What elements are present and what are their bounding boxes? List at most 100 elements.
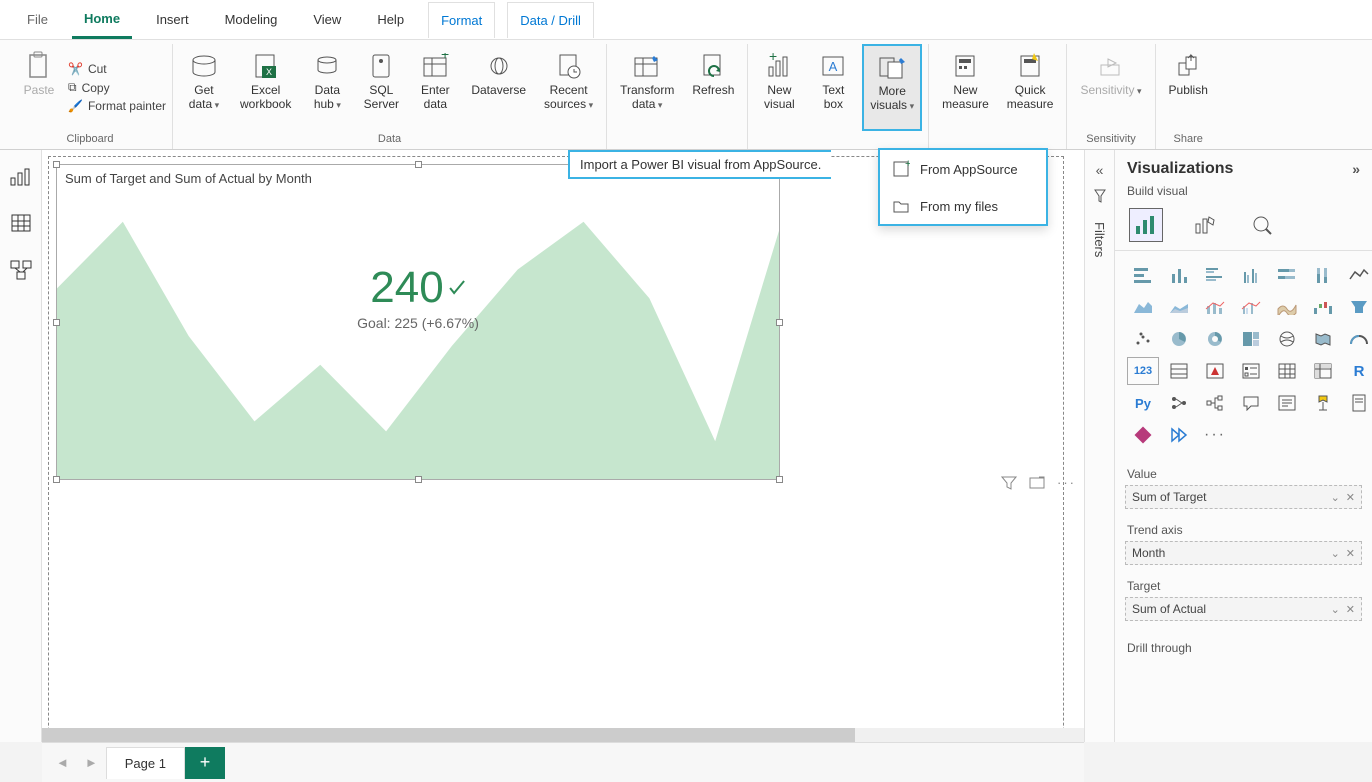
smart-narrative-icon[interactable] bbox=[1271, 389, 1303, 417]
prev-page-icon[interactable]: ◄ bbox=[48, 749, 77, 776]
stacked-area-icon[interactable] bbox=[1163, 293, 1195, 321]
analytics-tab[interactable] bbox=[1245, 208, 1279, 242]
excel-workbook-button[interactable]: XExcel workbook bbox=[233, 44, 298, 131]
field-well-trend[interactable]: Month⌄✕ bbox=[1125, 541, 1362, 565]
table-icon[interactable] bbox=[1271, 357, 1303, 385]
multirow-card-icon[interactable] bbox=[1163, 357, 1195, 385]
filter-icon[interactable] bbox=[1001, 475, 1017, 491]
tab-modeling[interactable]: Modeling bbox=[213, 2, 290, 37]
treemap-icon[interactable] bbox=[1235, 325, 1267, 353]
key-influencers-icon[interactable] bbox=[1163, 389, 1195, 417]
publish-button[interactable]: Publish bbox=[1162, 44, 1215, 131]
waterfall-icon[interactable] bbox=[1307, 293, 1339, 321]
canvas-scrollbar[interactable] bbox=[42, 728, 1084, 742]
expand-pane-icon[interactable]: » bbox=[1352, 161, 1360, 177]
enter-data-button[interactable]: +Enter data bbox=[410, 44, 460, 131]
tab-file[interactable]: File bbox=[15, 2, 60, 37]
kpi-readout: 240 Goal: 225 (+6.67%) bbox=[357, 263, 479, 331]
tooltip: Import a Power BI visual from AppSource. bbox=[568, 150, 831, 179]
page-tab-1[interactable]: Page 1 bbox=[106, 747, 185, 779]
cut-button[interactable]: ✂️Cut bbox=[68, 62, 166, 76]
stacked-bar-icon[interactable] bbox=[1127, 261, 1159, 289]
quick-measure-button[interactable]: Quick measure bbox=[1000, 44, 1061, 131]
transform-data-button[interactable]: Transform data bbox=[613, 44, 681, 131]
focus-mode-icon[interactable] bbox=[1029, 475, 1045, 491]
remove-field-icon[interactable]: ✕ bbox=[1346, 547, 1355, 560]
more-options-icon[interactable]: ··· bbox=[1057, 475, 1076, 491]
recent-sources-button[interactable]: Recent sources bbox=[537, 44, 600, 131]
report-canvas[interactable]: Sum of Target and Sum of Actual by Month… bbox=[42, 150, 1084, 742]
get-data-button[interactable]: Get data bbox=[179, 44, 229, 131]
gauge-icon[interactable] bbox=[1343, 325, 1372, 353]
goals-icon[interactable] bbox=[1307, 389, 1339, 417]
dataverse-button[interactable]: Dataverse bbox=[464, 44, 533, 131]
pie-icon[interactable] bbox=[1163, 325, 1195, 353]
model-view-icon[interactable] bbox=[10, 260, 32, 280]
data-hub-button[interactable]: Data hub bbox=[302, 44, 352, 131]
100-stacked-column-icon[interactable] bbox=[1307, 261, 1339, 289]
expand-filters-icon[interactable]: « bbox=[1096, 162, 1104, 178]
from-my-files-item[interactable]: From my files bbox=[880, 188, 1046, 224]
100-stacked-bar-icon[interactable] bbox=[1271, 261, 1303, 289]
add-page-button[interactable]: + bbox=[185, 747, 225, 779]
line-chart-icon[interactable] bbox=[1343, 261, 1372, 289]
tab-home[interactable]: Home bbox=[72, 1, 132, 39]
tab-help[interactable]: Help bbox=[365, 2, 416, 37]
sensitivity-button[interactable]: Sensitivity bbox=[1073, 44, 1148, 131]
chevron-down-icon[interactable]: ⌄ bbox=[1331, 491, 1340, 504]
slicer-icon[interactable] bbox=[1235, 357, 1267, 385]
remove-field-icon[interactable]: ✕ bbox=[1346, 491, 1355, 504]
chevron-down-icon[interactable]: ⌄ bbox=[1331, 603, 1340, 616]
py-visual-icon[interactable]: Py bbox=[1127, 389, 1159, 417]
format-painter-button[interactable]: 🖌️Format painter bbox=[68, 99, 166, 113]
filled-map-icon[interactable] bbox=[1307, 325, 1339, 353]
funnel-icon[interactable] bbox=[1343, 293, 1372, 321]
scatter-icon[interactable] bbox=[1127, 325, 1159, 353]
format-visual-tab[interactable] bbox=[1187, 208, 1221, 242]
new-visual-button[interactable]: +New visual bbox=[754, 44, 804, 131]
power-apps-icon[interactable] bbox=[1127, 421, 1159, 449]
decomposition-tree-icon[interactable] bbox=[1199, 389, 1231, 417]
tab-format[interactable]: Format bbox=[428, 2, 495, 38]
power-automate-icon[interactable] bbox=[1163, 421, 1195, 449]
qa-visual-icon[interactable] bbox=[1235, 389, 1267, 417]
data-view-icon[interactable] bbox=[11, 214, 31, 232]
report-view-icon[interactable] bbox=[10, 168, 32, 186]
next-page-icon[interactable]: ► bbox=[77, 749, 106, 776]
kpi-icon[interactable] bbox=[1199, 357, 1231, 385]
ribbon-chart-icon[interactable] bbox=[1271, 293, 1303, 321]
line-stacked-column-icon[interactable] bbox=[1199, 293, 1231, 321]
paginated-report-icon[interactable] bbox=[1343, 389, 1372, 417]
sql-server-button[interactable]: SQL Server bbox=[356, 44, 406, 131]
build-visual-tab[interactable] bbox=[1129, 208, 1163, 242]
chevron-down-icon[interactable]: ⌄ bbox=[1331, 547, 1340, 560]
get-more-visuals-icon[interactable]: ··· bbox=[1199, 421, 1231, 449]
clustered-bar-icon[interactable] bbox=[1199, 261, 1231, 289]
paste-button[interactable]: Paste bbox=[14, 44, 64, 131]
text-box-button[interactable]: AText box bbox=[808, 44, 858, 131]
clustered-column-icon[interactable] bbox=[1235, 261, 1267, 289]
folder-icon bbox=[892, 198, 910, 214]
card-icon[interactable]: 123 bbox=[1127, 357, 1159, 385]
field-well-value[interactable]: Sum of Target⌄✕ bbox=[1125, 485, 1362, 509]
donut-icon[interactable] bbox=[1199, 325, 1231, 353]
new-measure-button[interactable]: New measure bbox=[935, 44, 996, 131]
r-visual-icon[interactable]: R bbox=[1343, 357, 1372, 385]
stacked-column-icon[interactable] bbox=[1163, 261, 1195, 289]
more-visuals-button[interactable]: More visuals bbox=[862, 44, 922, 131]
from-appsource-item[interactable]: + From AppSource bbox=[880, 150, 1046, 188]
remove-field-icon[interactable]: ✕ bbox=[1346, 603, 1355, 616]
field-well-target[interactable]: Sum of Actual⌄✕ bbox=[1125, 597, 1362, 621]
copy-button[interactable]: ⧉Copy bbox=[68, 80, 166, 95]
filters-pane-collapsed[interactable]: « Filters bbox=[1084, 150, 1114, 742]
matrix-icon[interactable] bbox=[1307, 357, 1339, 385]
refresh-button[interactable]: Refresh bbox=[685, 44, 741, 131]
map-icon[interactable] bbox=[1271, 325, 1303, 353]
area-chart-icon[interactable] bbox=[1127, 293, 1159, 321]
main-area: Sum of Target and Sum of Actual by Month… bbox=[0, 150, 1372, 742]
tab-insert[interactable]: Insert bbox=[144, 2, 201, 37]
line-clustered-column-icon[interactable] bbox=[1235, 293, 1267, 321]
tab-view[interactable]: View bbox=[301, 2, 353, 37]
kpi-visual[interactable]: Sum of Target and Sum of Actual by Month… bbox=[56, 164, 780, 480]
tab-datadrill[interactable]: Data / Drill bbox=[507, 2, 594, 38]
